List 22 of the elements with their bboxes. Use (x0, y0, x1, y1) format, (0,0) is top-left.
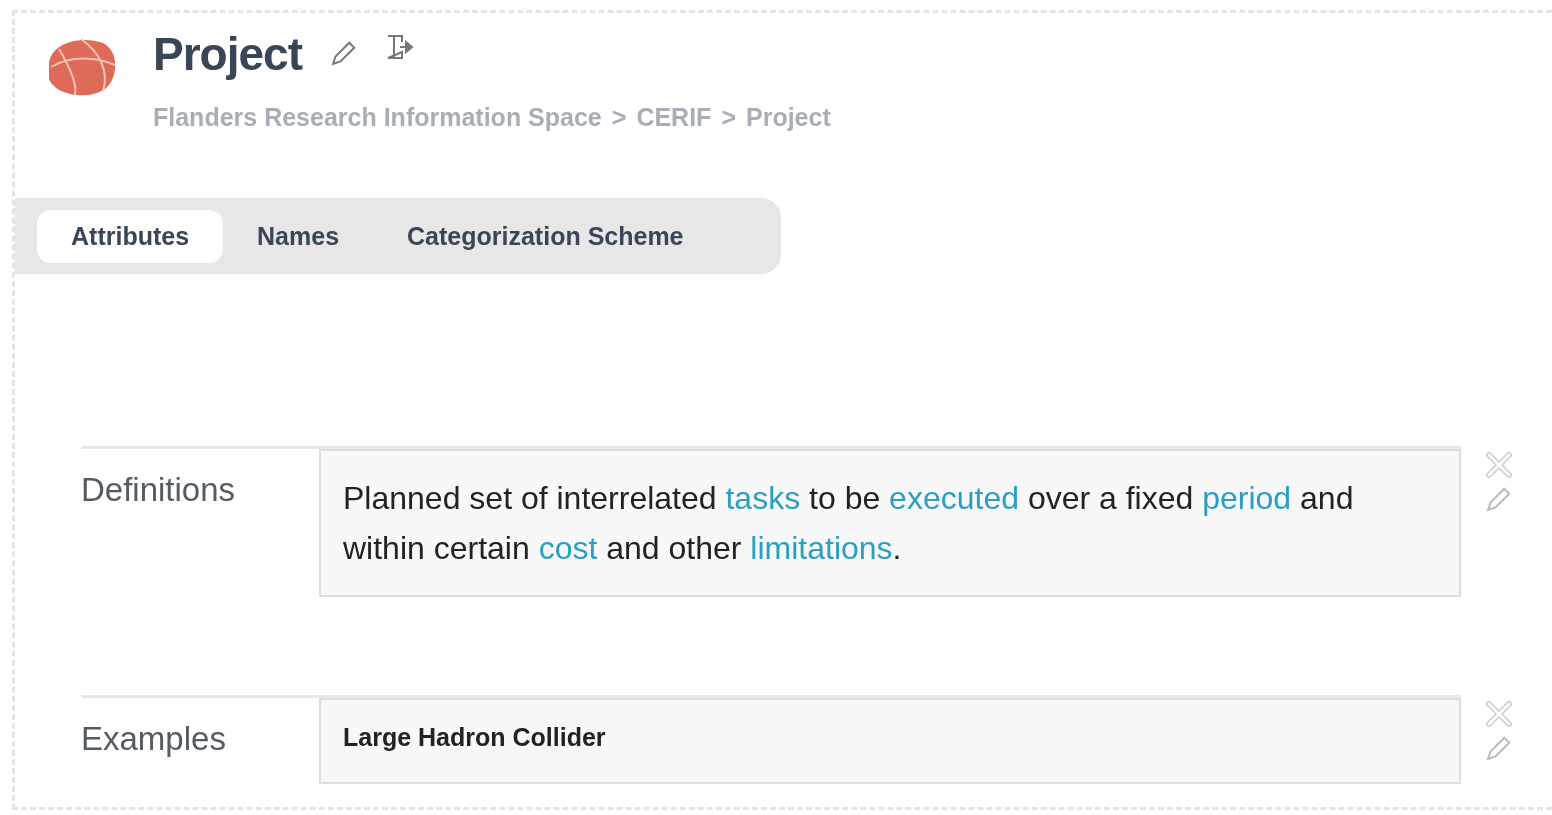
breadcrumb-link[interactable]: Project (746, 103, 831, 132)
breadcrumb-link[interactable]: Flanders Research Information Space (153, 103, 602, 132)
edit-icon[interactable] (1483, 734, 1513, 764)
attribute-label: Definitions (81, 470, 237, 510)
term-link[interactable]: executed (889, 480, 1019, 516)
edit-icon[interactable] (1483, 485, 1513, 515)
breadcrumb-separator: > (721, 103, 736, 132)
delete-icon[interactable] (1483, 449, 1515, 481)
breadcrumb-separator: > (611, 103, 627, 132)
term-link[interactable]: tasks (725, 480, 801, 516)
definition-text: Planned set of interrelated tasks to be executed over a fixed period and within certain cost and other limitations. (319, 449, 1461, 597)
tab[interactable]: Names (223, 209, 374, 263)
attribute-value: Large Hadron Collider (319, 698, 1461, 784)
delete-icon[interactable] (1483, 698, 1515, 730)
tab[interactable]: Attributes (37, 209, 224, 263)
term-link[interactable]: limitations (750, 530, 893, 566)
breadcrumb-link[interactable]: CERIF (636, 103, 712, 132)
tab[interactable]: Categorization Scheme (373, 209, 718, 263)
term-link[interactable]: cost (538, 530, 598, 566)
page-title: Project (153, 27, 302, 81)
attribute-label: Examples (81, 719, 227, 759)
term-link[interactable]: period (1202, 480, 1292, 516)
